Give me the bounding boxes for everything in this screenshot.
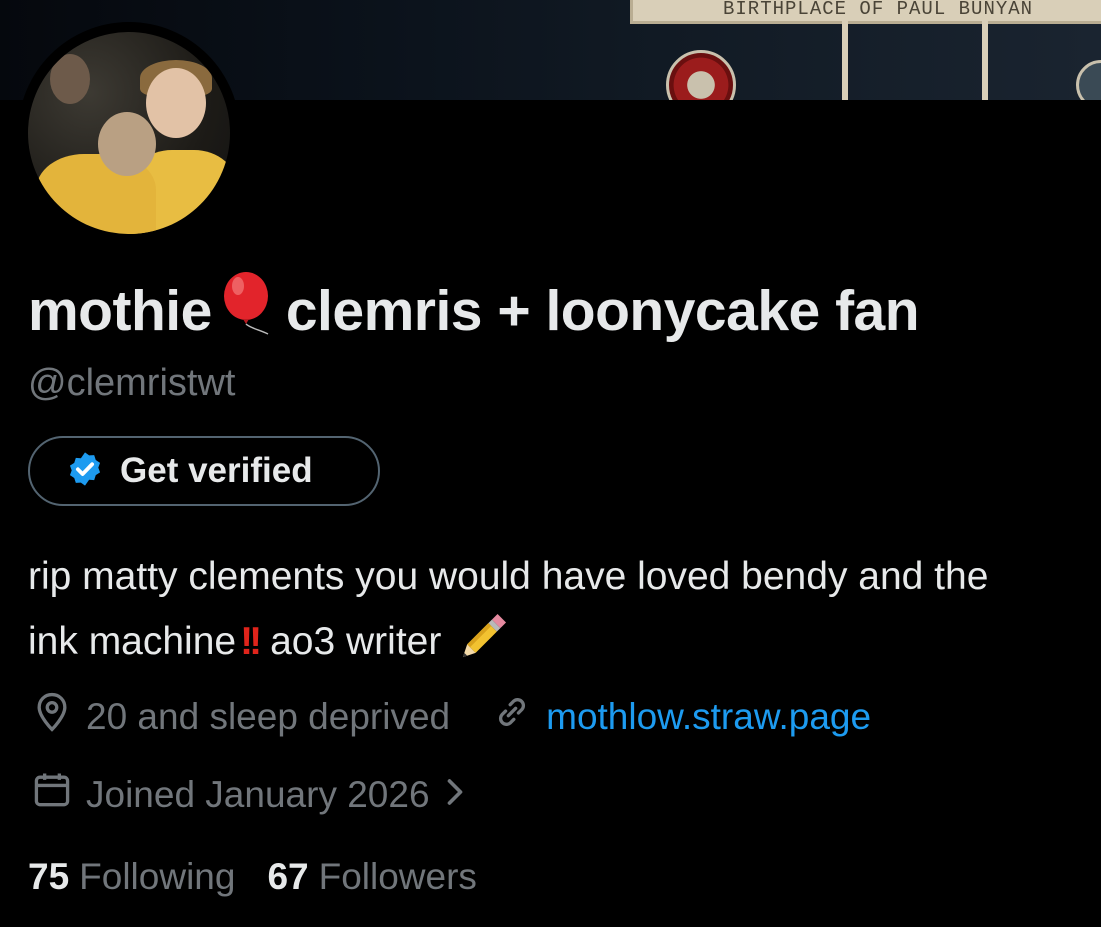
banner-emblem (666, 50, 736, 100)
location-text: 20 and sleep deprived (86, 695, 451, 737)
following-stat[interactable]: 75 Following (28, 856, 235, 898)
follow-stats: 75 Following 67 Followers (28, 856, 477, 898)
double-exclamation-emoji: !! (240, 620, 262, 663)
bio-line: rip matty clements you would have loved … (28, 555, 989, 598)
location-pin-icon (30, 690, 74, 743)
banner-emblem (1076, 60, 1101, 100)
calendar-icon (30, 768, 74, 821)
profile-bio: rip matty clements you would have loved … (28, 545, 1101, 673)
followers-label: Followers (318, 856, 477, 897)
followers-stat[interactable]: 67 Followers (267, 856, 476, 898)
joined-date[interactable]: Joined January 2026 (86, 774, 430, 816)
bio-line: ink machine!! ao3 writer (28, 608, 1101, 673)
display-name-part2: clemris + loonycake fan (285, 279, 920, 343)
following-label: Following (79, 856, 236, 897)
link-icon (490, 690, 534, 743)
chevron-right-icon[interactable] (444, 774, 466, 816)
get-verified-label: Get verified (120, 451, 313, 490)
verified-badge-icon (66, 450, 104, 493)
banner-sign: BIRTHPLACE OF PAUL BUNYAN (630, 0, 1101, 24)
following-count: 75 (28, 856, 70, 897)
bio-text: ao3 writer (270, 620, 442, 663)
followers-count: 67 (267, 856, 309, 897)
avatar-face (98, 112, 156, 176)
avatar-background-person (50, 54, 90, 104)
pencil-emoji (452, 613, 512, 663)
website-link[interactable]: mothlow.straw.page (546, 696, 871, 738)
display-name-part1: mothie (28, 279, 212, 343)
profile-meta-row: Joined January 2026 (30, 768, 466, 821)
profile-meta-row: 20 and sleep deprived mothlow.straw.page (30, 690, 871, 743)
balloon-emoji (220, 272, 276, 350)
sign-post (982, 20, 988, 100)
avatar-face (146, 68, 206, 138)
user-handle: @clemristwt (28, 362, 236, 404)
sign-post (842, 20, 848, 100)
display-name: mothie clemris + loonycake fan (28, 272, 920, 350)
get-verified-button[interactable]: Get verified (28, 436, 380, 506)
avatar[interactable] (28, 32, 230, 234)
bio-text: ink machine (28, 620, 237, 663)
